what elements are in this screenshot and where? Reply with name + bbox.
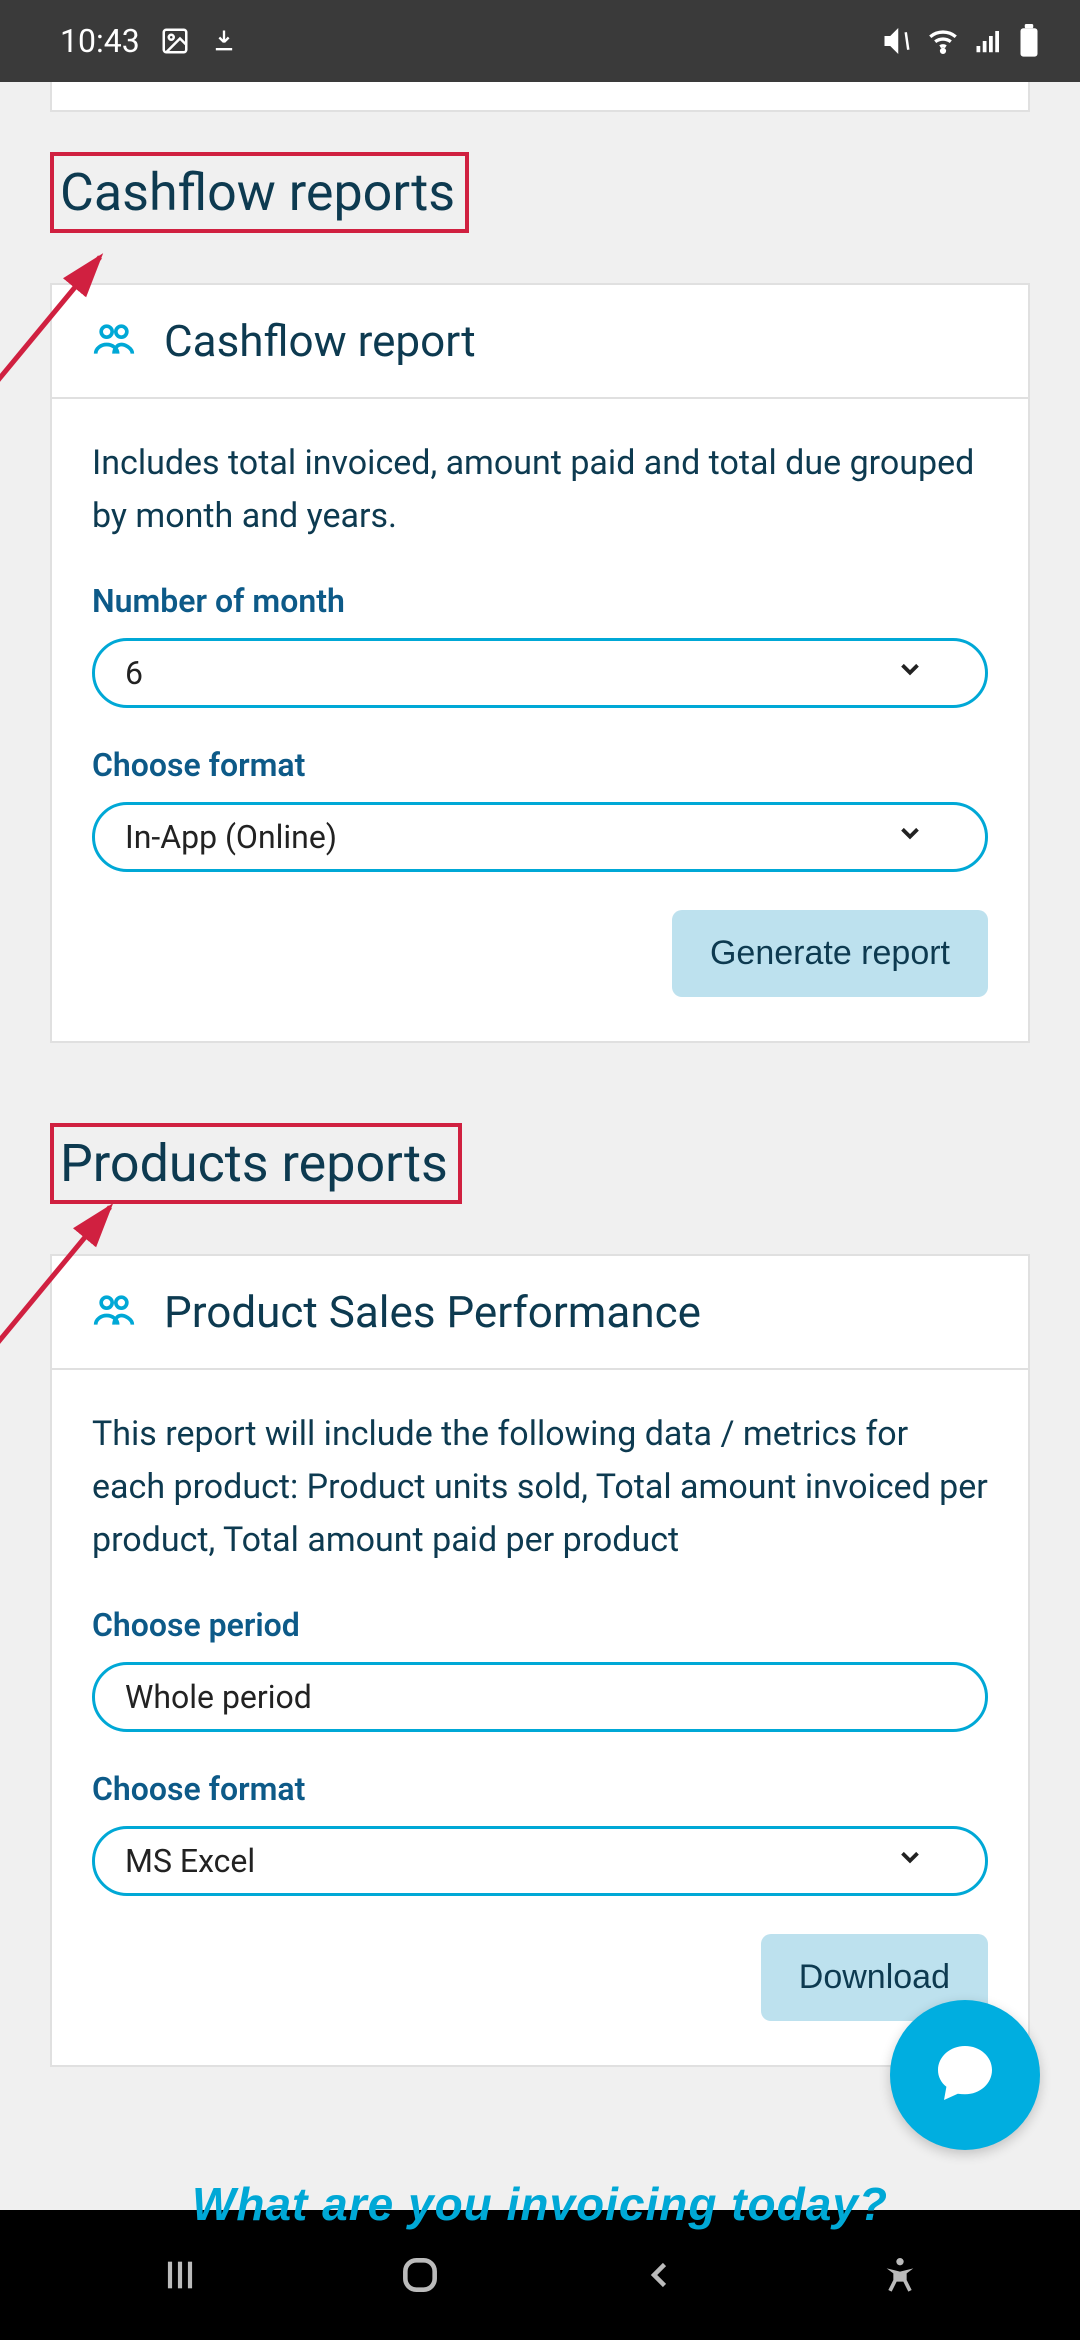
people-icon: [92, 317, 136, 365]
card-body: This report will include the following d…: [52, 1370, 1028, 2065]
period-label: Choose period: [92, 1606, 988, 1644]
chat-fab-button[interactable]: [890, 2000, 1040, 2150]
home-button[interactable]: [360, 2253, 480, 2297]
signal-icon: [974, 26, 1004, 56]
image-icon: [160, 26, 190, 56]
card-body: Includes total invoiced, amount paid and…: [52, 399, 1028, 1041]
month-value: 6: [125, 654, 143, 692]
recent-apps-button[interactable]: [120, 2255, 240, 2295]
battery-icon: [1018, 24, 1040, 58]
accessibility-button[interactable]: [840, 2255, 960, 2295]
card-header: Cashflow report: [52, 285, 1028, 399]
section-heading-products: Products reports: [50, 1123, 462, 1204]
period-select[interactable]: Whole period: [92, 1662, 988, 1732]
wifi-icon: [926, 24, 960, 58]
status-time: 10:43: [60, 22, 140, 60]
format-select[interactable]: MS Excel: [92, 1826, 988, 1896]
cashflow-report-card: Cashflow report Includes total invoiced,…: [50, 283, 1030, 1043]
chat-icon: [929, 2037, 1001, 2113]
format-select[interactable]: In-App (Online): [92, 802, 988, 872]
format-label: Choose format: [92, 1770, 988, 1808]
status-left: 10:43: [60, 22, 238, 60]
main-content: Cashflow reports Cashflow report Include…: [0, 82, 1080, 2210]
previous-card-fragment: [50, 82, 1030, 112]
generate-report-button[interactable]: Generate report: [672, 910, 988, 997]
chevron-down-icon: [895, 654, 925, 692]
card-description: Includes total invoiced, amount paid and…: [92, 437, 988, 542]
status-bar: 10:43: [0, 0, 1080, 82]
format-label: Choose format: [92, 746, 988, 784]
card-header: Product Sales Performance: [52, 1256, 1028, 1370]
download-icon: [210, 27, 238, 55]
format-value: MS Excel: [125, 1842, 255, 1880]
status-right: [882, 24, 1040, 58]
mute-icon: [882, 26, 912, 56]
card-title: Product Sales Performance: [164, 1286, 701, 1338]
section-heading-cashflow: Cashflow reports: [50, 152, 469, 233]
format-value: In-App (Online): [125, 818, 337, 856]
footer-teaser-text: What are you invoicing today?: [50, 2147, 1030, 2231]
chevron-down-icon: [895, 818, 925, 856]
month-select[interactable]: 6: [92, 638, 988, 708]
card-title: Cashflow report: [164, 315, 476, 367]
products-report-card: Product Sales Performance This report wi…: [50, 1254, 1030, 2067]
chevron-down-icon: [895, 1842, 925, 1880]
month-label: Number of month: [92, 582, 988, 620]
people-icon: [92, 1288, 136, 1336]
card-description: This report will include the following d…: [92, 1408, 988, 1566]
period-value: Whole period: [125, 1678, 312, 1716]
back-button[interactable]: [600, 2257, 720, 2293]
